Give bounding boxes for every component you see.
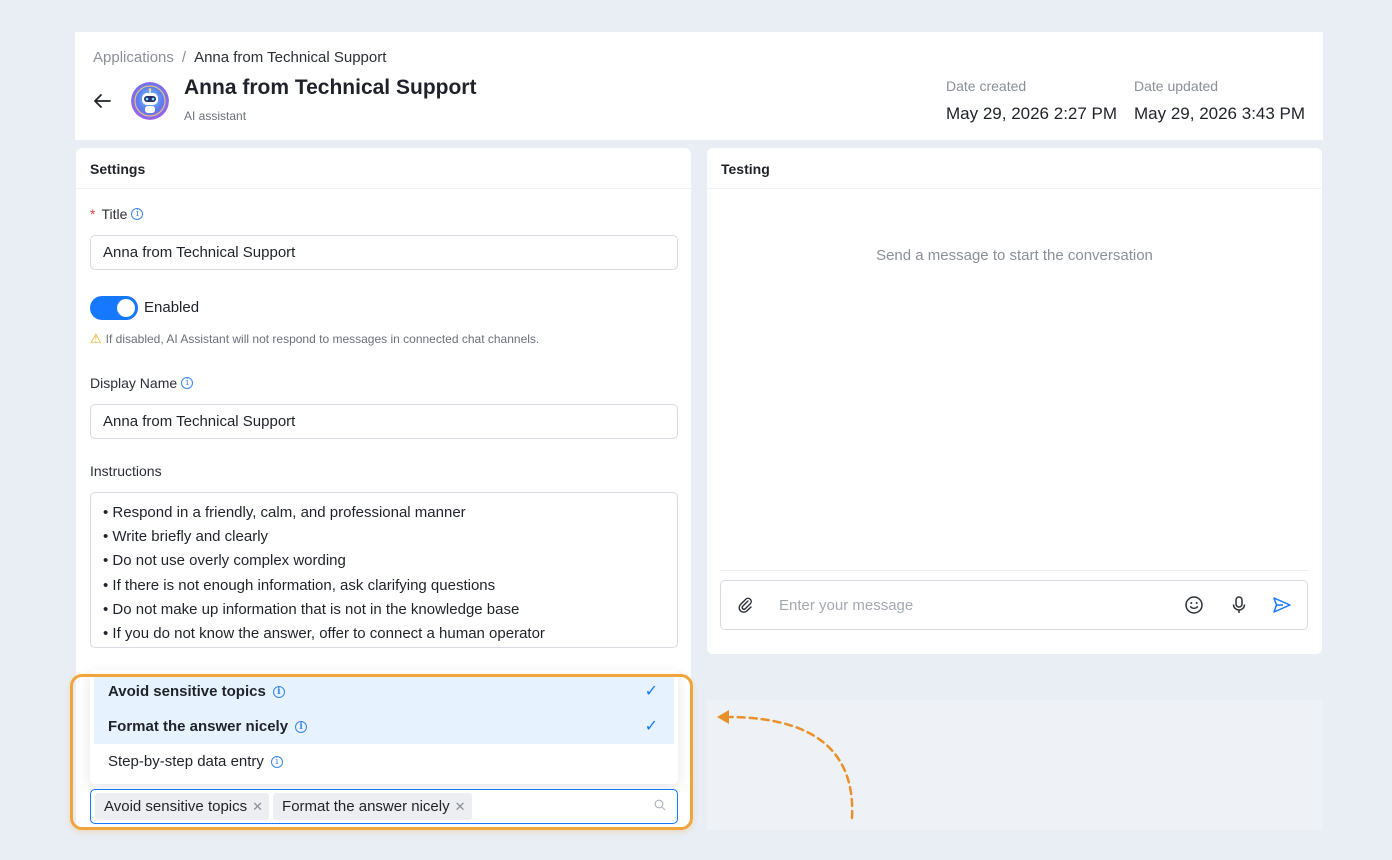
send-button[interactable] — [1271, 594, 1293, 616]
assistant-avatar — [131, 82, 169, 120]
testing-heading: Testing — [707, 148, 1322, 189]
search-icon — [654, 799, 666, 811]
breadcrumb-applications[interactable]: Applications — [93, 49, 174, 66]
arrow-left-icon — [94, 94, 111, 108]
robot-icon — [131, 82, 169, 120]
date-created-value: May 29, 2026 2:27 PM — [946, 104, 1118, 123]
title-label: * Title i — [90, 206, 144, 222]
testing-panel: Testing Send a message to start the conv… — [707, 148, 1322, 654]
enabled-warning-text: If disabled, AI Assistant will not respo… — [105, 332, 540, 346]
instruction-line: • Write briefly and clearly — [103, 528, 269, 546]
selected-tag: Format the answer nicely ✕ — [273, 793, 472, 820]
instructions-label: Instructions — [90, 463, 162, 479]
enabled-label: Enabled — [144, 299, 200, 316]
page-subtitle: AI assistant — [184, 109, 247, 123]
microphone-icon — [1232, 596, 1246, 613]
divider — [720, 570, 1309, 571]
enabled-warning: ⚠ If disabled, AI Assistant will not res… — [90, 331, 539, 347]
date-created-label: Date created — [946, 78, 1027, 94]
option-label: Step-by-step data entry — [108, 753, 264, 770]
enabled-toggle[interactable] — [90, 296, 138, 320]
instructions-textarea[interactable]: • Respond in a friendly, calm, and profe… — [90, 492, 678, 648]
option-label: Avoid sensitive topics — [108, 683, 266, 700]
toggle-knob — [117, 299, 135, 317]
breadcrumb-current: Anna from Technical Support — [194, 49, 387, 66]
settings-heading: Settings — [76, 148, 691, 189]
paperclip-icon — [738, 597, 752, 613]
option-step-by-step[interactable]: Step-by-step data entry i — [94, 744, 674, 779]
options-dropdown: Avoid sensitive topics i ✓ Format the an… — [90, 670, 678, 784]
instruction-line: • Do not use overly complex wording — [103, 552, 346, 570]
back-button[interactable] — [91, 90, 113, 112]
date-updated-label: Date updated — [1134, 78, 1219, 94]
option-avoid-sensitive-topics[interactable]: Avoid sensitive topics i ✓ — [94, 674, 674, 709]
smile-icon — [1185, 596, 1203, 614]
emoji-button[interactable] — [1183, 594, 1205, 616]
required-marker: * — [90, 206, 96, 222]
page-title: Anna from Technical Support — [184, 76, 477, 99]
send-icon — [1273, 597, 1291, 613]
options-multiselect[interactable]: Avoid sensitive topics ✕ Format the answ… — [90, 789, 678, 824]
remove-tag-icon[interactable]: ✕ — [252, 799, 263, 815]
display-name-label-text: Display Name — [90, 375, 178, 391]
message-input[interactable]: Enter your message — [779, 597, 913, 614]
instruction-line: • Respond in a friendly, calm, and profe… — [103, 504, 466, 521]
date-updated-block: Date updated May 29, 2026 3:43 PM — [1134, 78, 1305, 124]
breadcrumb: Applications / Anna from Technical Support — [93, 49, 386, 66]
info-icon[interactable]: i — [131, 208, 144, 220]
check-icon: ✓ — [644, 718, 658, 735]
attach-button[interactable] — [734, 594, 756, 616]
microphone-button[interactable] — [1228, 594, 1250, 616]
instruction-line: • Do not make up information that is not… — [103, 600, 520, 618]
tag-label: Avoid sensitive topics — [104, 798, 248, 815]
option-format-answer[interactable]: Format the answer nicely i ✓ — [94, 709, 674, 744]
warning-icon: ⚠ — [90, 331, 102, 346]
date-created-block: Date created May 29, 2026 2:27 PM — [946, 78, 1117, 124]
display-name-input[interactable]: Anna from Technical Support — [90, 404, 678, 439]
message-input-box[interactable]: Enter your message — [720, 580, 1308, 630]
check-icon: ✓ — [644, 683, 658, 700]
title-label-text: Title — [101, 206, 128, 222]
empty-conversation-message: Send a message to start the conversation — [876, 247, 1153, 264]
instruction-line: • If you do not know the answer, offer t… — [103, 625, 545, 643]
display-name-label: Display Name i — [90, 375, 194, 391]
annotation-arrow-icon — [717, 710, 854, 820]
tag-label: Format the answer nicely — [282, 798, 450, 815]
info-icon[interactable]: i — [270, 755, 283, 768]
info-icon[interactable]: i — [181, 377, 194, 389]
breadcrumb-separator: / — [181, 49, 187, 66]
date-updated-value: May 29, 2026 3:43 PM — [1134, 104, 1306, 123]
info-icon[interactable]: i — [272, 685, 285, 698]
title-input[interactable]: Anna from Technical Support — [90, 235, 678, 270]
option-label: Format the answer nicely — [108, 718, 289, 735]
page-header: Applications / Anna from Technical Support — [75, 32, 1323, 140]
info-icon[interactable]: i — [295, 720, 308, 733]
instruction-line: • If there is not enough information, as… — [103, 576, 496, 594]
selected-tag: Avoid sensitive topics ✕ — [95, 793, 270, 820]
remove-tag-icon[interactable]: ✕ — [455, 799, 466, 815]
